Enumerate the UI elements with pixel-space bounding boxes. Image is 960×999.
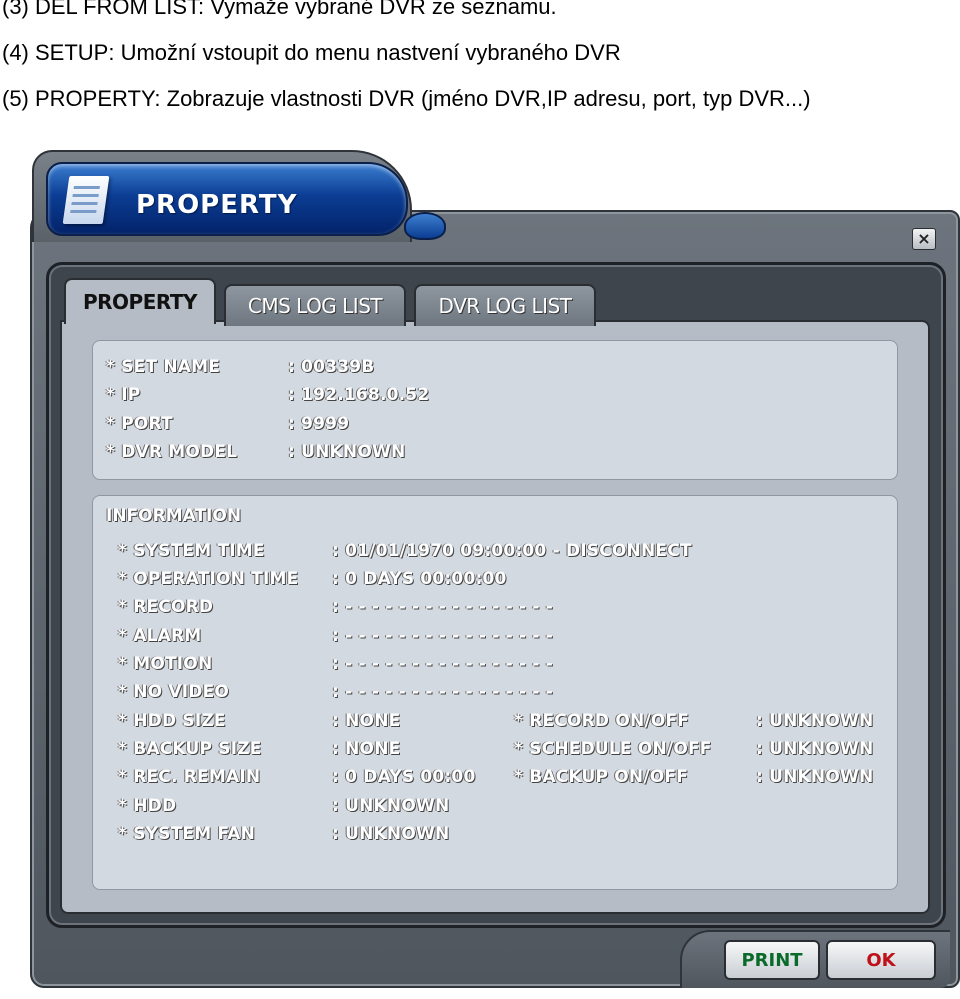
doc-line-del-from-list: (3) DEL FROM LIST: Vymaže vybrané DVR ze…: [2, 0, 557, 19]
alarm-value: : - - - - - - - - - - - - - - - -: [332, 626, 553, 646]
dvr-model-label: * DVR MODEL: [106, 442, 238, 462]
doc-line-setup: (4) SETUP: Umožní vstoupit do menu nastv…: [2, 40, 621, 65]
record-onoff-label: * RECORD ON/OFF: [514, 711, 690, 731]
motion-value: : - - - - - - - - - - - - - - - -: [332, 654, 553, 674]
information-heading: INFORMATION: [106, 506, 242, 526]
backup-size-value: : NONE: [332, 739, 401, 759]
window-title: PROPERTY: [136, 190, 298, 220]
port-value: : 9999: [288, 414, 350, 434]
print-button[interactable]: PRINT: [724, 940, 820, 980]
record-onoff-value: : UNKNOWN: [756, 711, 874, 731]
backup-onoff-label: * BACKUP ON/OFF: [514, 767, 689, 787]
no-video-label: * NO VIDEO: [118, 682, 230, 702]
title-knob: [404, 212, 446, 240]
record-label: * RECORD: [118, 597, 214, 617]
operation-time-value: : 0 DAYS 00:00:00: [332, 569, 507, 589]
hdd-value: : UNKNOWN: [332, 796, 450, 816]
system-fan-value: : UNKNOWN: [332, 824, 450, 844]
schedule-onoff-label: * SCHEDULE ON/OFF: [514, 739, 712, 759]
backup-size-label: * BACKUP SIZE: [118, 739, 262, 759]
ok-button[interactable]: OK: [826, 940, 936, 980]
document-icon: [62, 176, 110, 224]
hdd-label: * HDD: [118, 796, 177, 816]
record-value: : - - - - - - - - - - - - - - - -: [332, 597, 553, 617]
system-time-label: * SYSTEM TIME: [118, 541, 265, 561]
tab-property[interactable]: PROPERTY: [64, 278, 216, 324]
alarm-label: * ALARM: [118, 626, 202, 646]
hdd-size-label: * HDD SIZE: [118, 711, 226, 731]
schedule-onoff-value: : UNKNOWN: [756, 739, 874, 759]
operation-time-label: * OPERATION TIME: [118, 569, 299, 589]
dvr-model-value: : UNKNOWN: [288, 442, 406, 462]
system-fan-label: * SYSTEM FAN: [118, 824, 256, 844]
rec-remain-value: : 0 DAYS 00:00: [332, 767, 476, 787]
motion-label: * MOTION: [118, 654, 213, 674]
port-label: * PORT: [106, 414, 173, 434]
close-button[interactable]: ×: [912, 228, 936, 250]
tab-cms-log-list[interactable]: CMS LOG LIST: [224, 284, 406, 326]
tab-dvr-log-list[interactable]: DVR LOG LIST: [414, 284, 596, 326]
backup-onoff-value: : UNKNOWN: [756, 767, 874, 787]
no-video-value: : - - - - - - - - - - - - - - - -: [332, 682, 553, 702]
set-name-label: * SET NAME: [106, 357, 221, 377]
ip-label: * IP: [106, 385, 141, 405]
set-name-value: : 00339B: [288, 357, 375, 377]
rec-remain-label: * REC. REMAIN: [118, 767, 261, 787]
system-time-value: : 01/01/1970 09:00:00 - DISCONNECT: [332, 541, 692, 561]
ip-value: : 192.168.0.52: [288, 385, 430, 405]
hdd-size-value: : NONE: [332, 711, 401, 731]
doc-line-property: (5) PROPERTY: Zobrazuje vlastnosti DVR (…: [2, 86, 811, 111]
